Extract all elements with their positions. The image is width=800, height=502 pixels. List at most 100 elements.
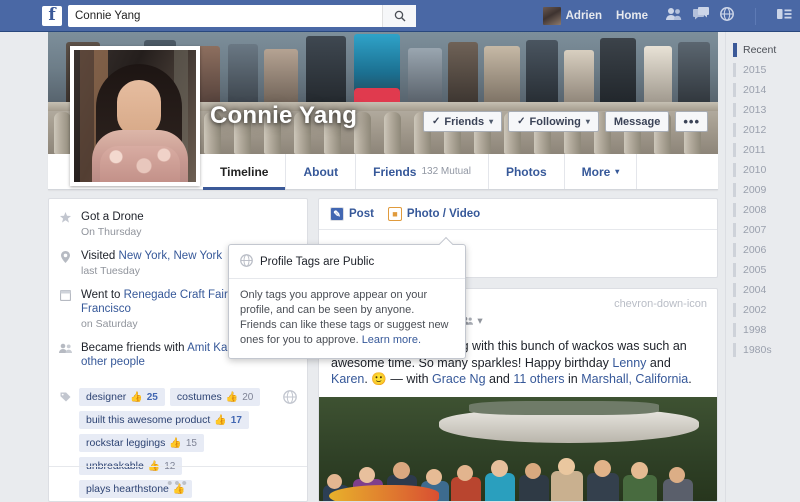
composer-photo-tab[interactable]: ■ Photo / Video (387, 207, 481, 221)
rail-item-2010[interactable]: 2010 (726, 160, 800, 180)
facebook-logo[interactable]: f (42, 5, 62, 26)
tag-chip[interactable]: costumes 👍 20 (169, 388, 261, 406)
rail-item-label: 2007 (743, 224, 767, 236)
check-icon: ✓ (431, 116, 441, 127)
post-others-link[interactable]: 11 others (513, 372, 564, 386)
tag-label: rockstar leggings (86, 437, 166, 449)
friends-icon (59, 341, 72, 369)
search-input[interactable] (68, 5, 378, 26)
rail-item-2014[interactable]: 2014 (726, 80, 800, 100)
post-mention-grace[interactable]: Grace Ng (432, 372, 486, 386)
tab-photos[interactable]: Photos (489, 154, 565, 189)
post-photo-attachment[interactable] (319, 396, 717, 501)
nav-home-link[interactable]: Home (616, 10, 648, 22)
rail-item-label: 1998 (743, 324, 767, 336)
globe-icon (240, 254, 253, 270)
tooltip-header: Profile Tags are Public (229, 245, 465, 279)
tooltip-learn-more-link[interactable]: Learn more. (362, 334, 421, 346)
post-text-4: and (485, 372, 514, 386)
profile-picture-image (74, 50, 196, 182)
rail-item-2009[interactable]: 2009 (726, 180, 800, 200)
tag-chip[interactable]: built this awesome product 👍 17 (79, 411, 249, 429)
nav-divider (755, 7, 756, 25)
notifications-globe-icon[interactable] (720, 6, 734, 26)
tag-label: built this awesome product (86, 414, 211, 426)
profile-picture[interactable] (70, 46, 200, 186)
loading-dots: ••• (167, 475, 189, 492)
photo-icon: ■ (387, 207, 402, 221)
messages-icon[interactable] (693, 7, 709, 25)
rail-item-2004[interactable]: 2004 (726, 280, 800, 300)
tab-friends-label: Friends (373, 164, 417, 179)
rail-item-2005[interactable]: 2005 (726, 260, 800, 280)
globe-icon[interactable] (283, 390, 297, 404)
pencil-icon: ✎ (330, 207, 344, 221)
profile-name-overlay: Connie Yang (210, 102, 358, 129)
rail-item-2006[interactable]: 2006 (726, 240, 800, 260)
tab-friends[interactable]: Friends 132 Mutual (356, 154, 489, 189)
thumbs-up-icon: 👍 (169, 437, 182, 449)
rail-item-recent[interactable]: Recent (726, 40, 800, 60)
activity-link[interactable]: New York, New York (119, 250, 223, 262)
search-button[interactable] (382, 4, 416, 27)
rail-item-label: 2012 (743, 124, 767, 136)
rail-item-label: 2002 (743, 304, 767, 316)
audience-chevron-icon[interactable]: ▾ (477, 315, 482, 327)
friends-button-label: Friends (444, 115, 485, 128)
search-icon (394, 10, 405, 21)
chevron-down-icon[interactable]: chevron-down-icon (614, 298, 707, 310)
thumbs-up-icon: 👍 (225, 391, 239, 403)
activity-subtext: On Thursday (81, 226, 142, 238)
nav-profile-label: Adrien (565, 10, 603, 22)
activity-item[interactable]: Got a Drone On Thursday (59, 210, 295, 238)
search-bar[interactable] (68, 4, 416, 27)
top-bar-right: Adrien Home (542, 0, 792, 32)
tab-about[interactable]: About (286, 154, 357, 189)
tag-label: designer (86, 391, 127, 403)
post-text-5: in (564, 372, 582, 386)
following-button-label: Following (529, 115, 581, 128)
composer-photo-label: Photo / Video (406, 208, 481, 220)
tooltip-title: Profile Tags are Public (260, 256, 375, 268)
activity-text: Got a Drone (81, 211, 144, 223)
following-button[interactable]: ✓ Following ▾ (508, 111, 599, 132)
composer-post-label: Post (349, 208, 374, 220)
friend-requests-icon[interactable] (666, 7, 682, 25)
tag-count: 20 (242, 391, 254, 403)
rail-item-2007[interactable]: 2007 (726, 220, 800, 240)
activity-item-body: Got a Drone On Thursday (81, 210, 144, 238)
post-mention-lenny[interactable]: Lenny (612, 356, 646, 370)
nav-profile-link[interactable]: Adrien (542, 7, 603, 25)
message-button[interactable]: Message (604, 111, 670, 132)
rail-item-1998[interactable]: 1998 (726, 320, 800, 340)
tab-timeline[interactable]: Timeline (203, 154, 287, 190)
tab-more[interactable]: More ▾ (565, 154, 638, 189)
rail-item-2013[interactable]: 2013 (726, 100, 800, 120)
rail-item-2008[interactable]: 2008 (726, 200, 800, 220)
privacy-shortcuts-icon[interactable] (777, 7, 792, 25)
rail-item-2002[interactable]: 2002 (726, 300, 800, 320)
thumbs-up-icon: 👍 (130, 391, 143, 403)
tag-count: 15 (185, 437, 197, 449)
tag-count: 25 (146, 391, 158, 403)
tag-chip[interactable]: rockstar leggings 👍 15 (79, 434, 204, 452)
rail-item-label: 2006 (743, 244, 767, 256)
composer-post-tab[interactable]: ✎ Post (330, 207, 374, 221)
friends-button[interactable]: ✓ Friends ▾ (422, 111, 503, 132)
thumbs-up-icon: 👍 (214, 414, 227, 426)
post-place-link[interactable]: Marshall, California (581, 372, 688, 386)
rail-item-label: 2009 (743, 184, 767, 196)
composer-tabs: ✎ Post ■ Photo / Video (319, 199, 717, 230)
post-text-6: . (688, 372, 692, 386)
main-canvas: Connie Yang ✓ Friends ▾ ✓ Following ▾ Me… (0, 32, 725, 502)
rail-item-2015[interactable]: 2015 (726, 60, 800, 80)
rail-item-1980s[interactable]: 1980s (726, 340, 800, 360)
rail-item-2011[interactable]: 2011 (726, 140, 800, 160)
more-options-button[interactable]: ••• (675, 111, 708, 132)
post-mention-karen[interactable]: Karen (331, 372, 364, 386)
tab-photos-label: Photos (505, 164, 547, 179)
tag-chip[interactable]: designer 👍 25 (79, 388, 165, 406)
divider (49, 466, 307, 467)
rail-item-2012[interactable]: 2012 (726, 120, 800, 140)
chevron-down-icon: ▾ (489, 117, 494, 126)
